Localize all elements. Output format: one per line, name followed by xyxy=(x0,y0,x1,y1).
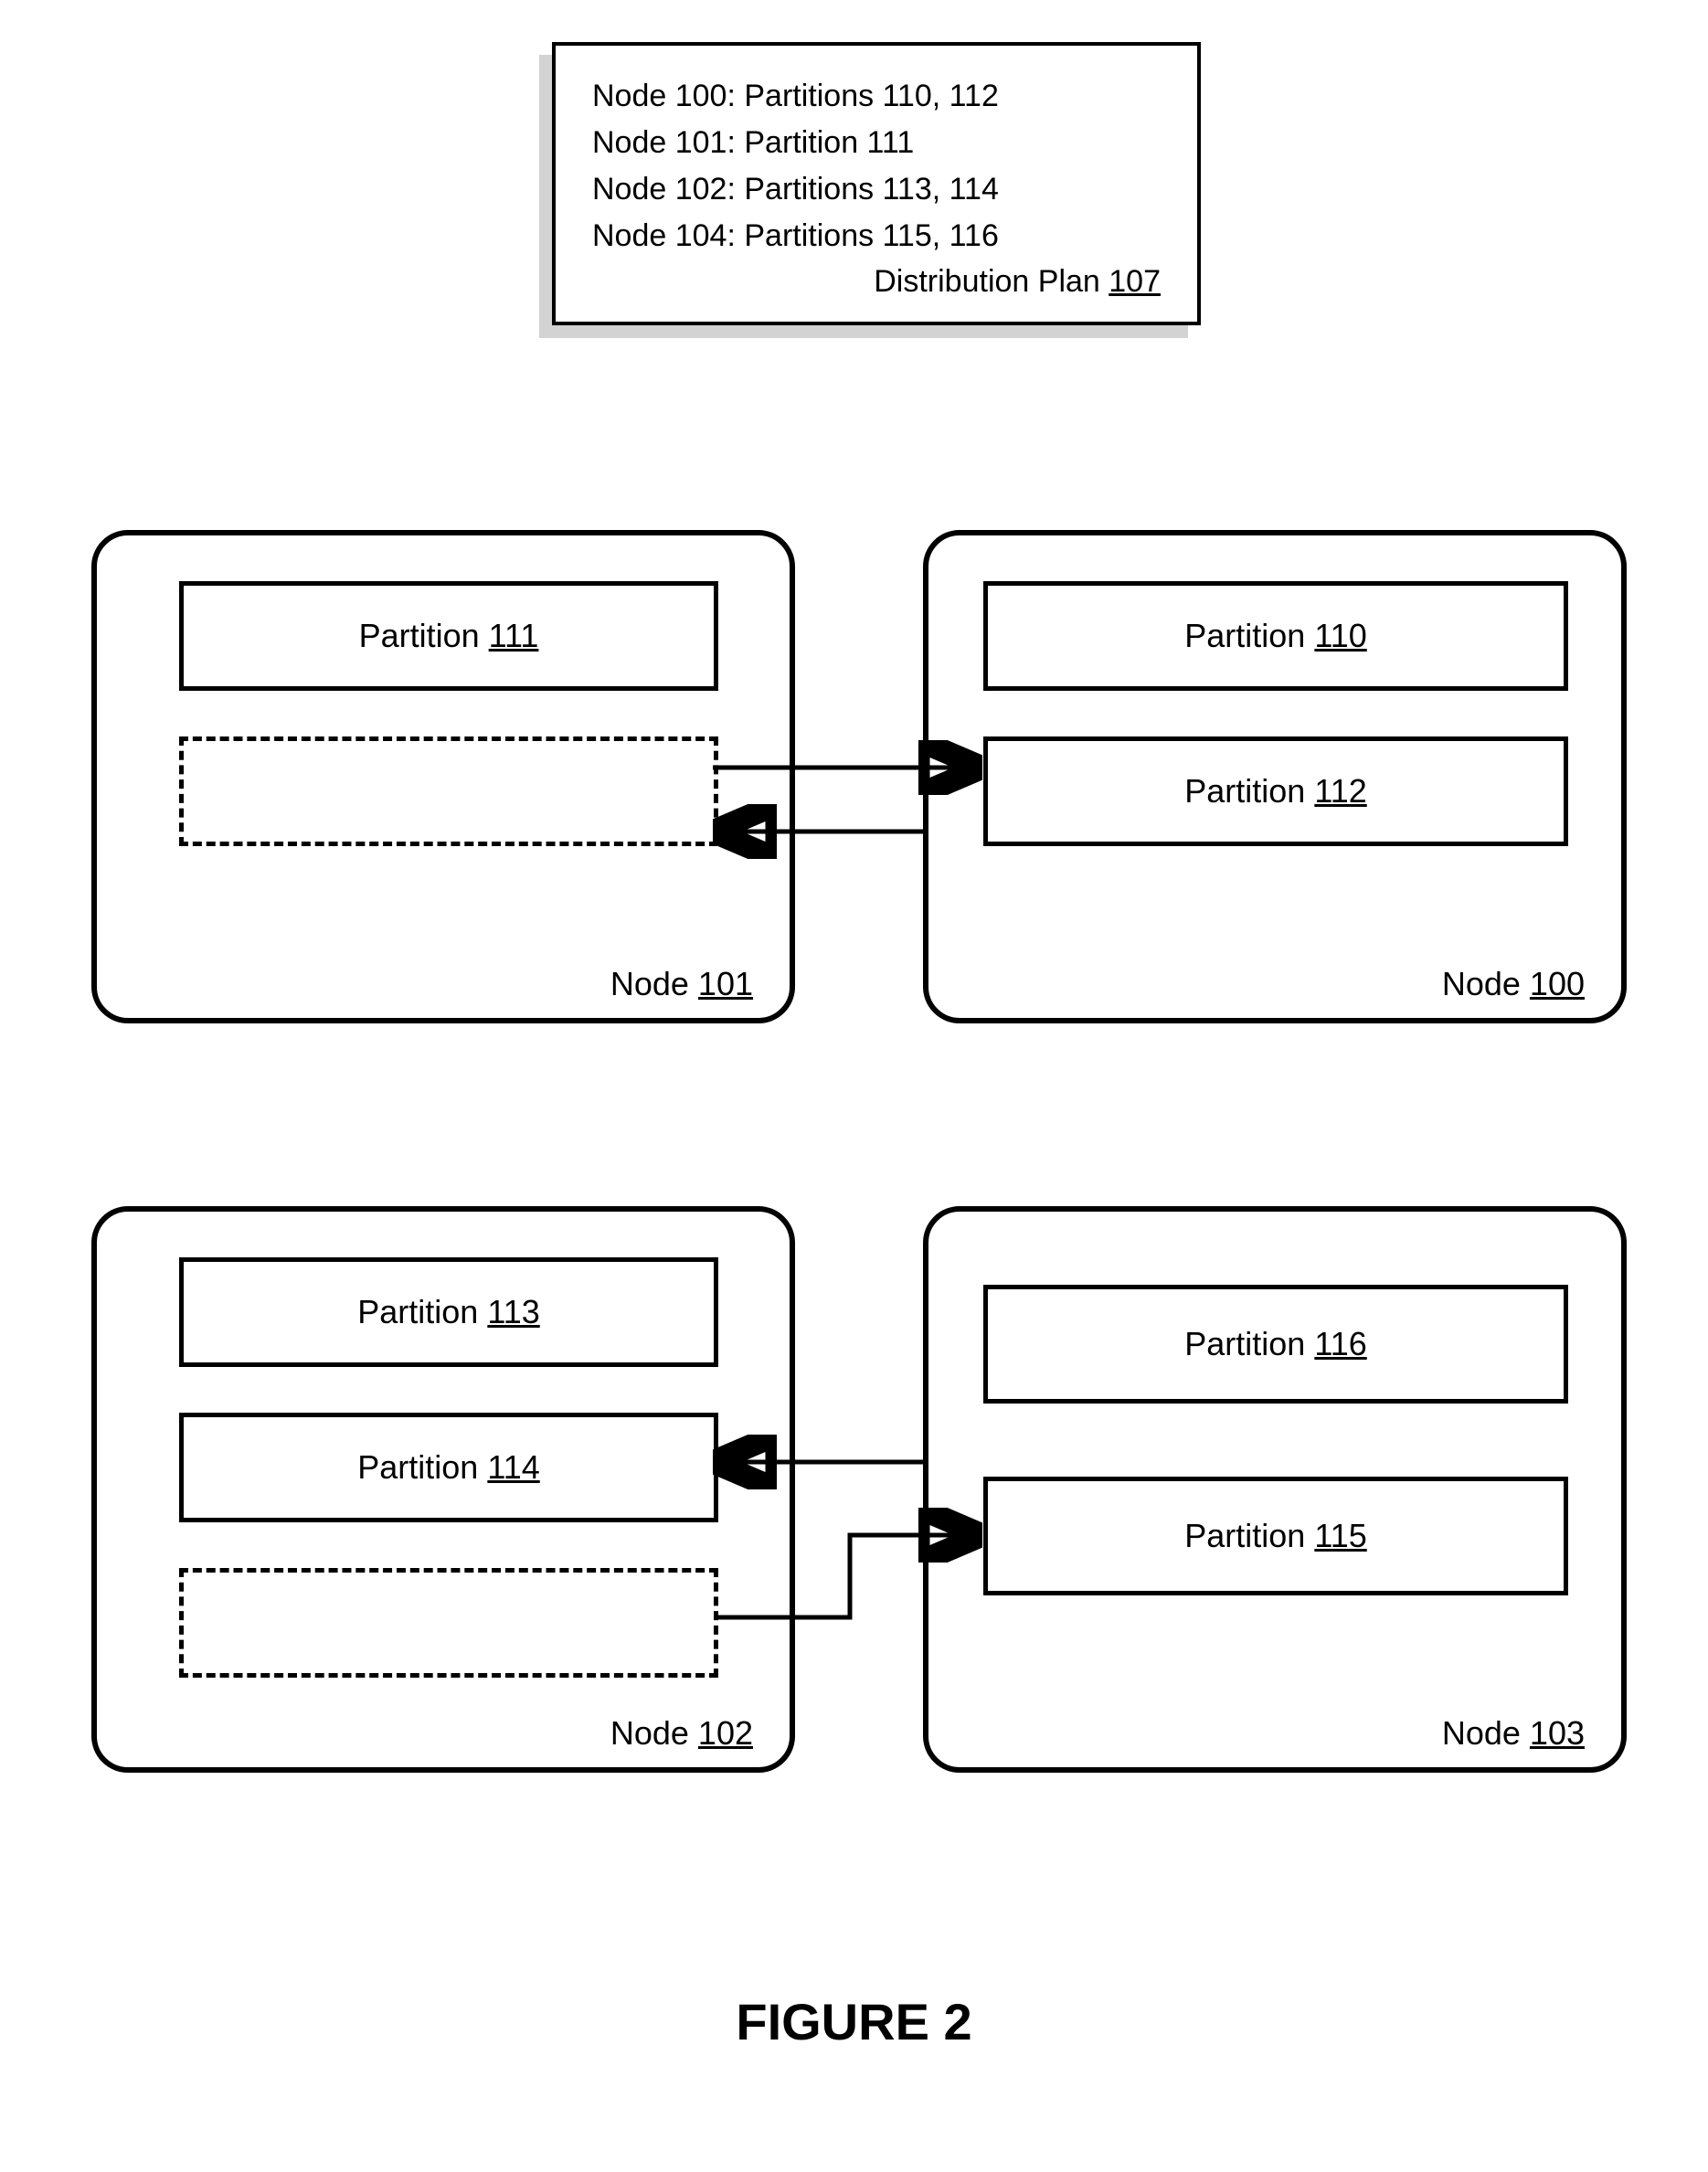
node-103-ref: 103 xyxy=(1530,1714,1585,1752)
plan-line-1: Node 101: Partition 111 xyxy=(592,120,1161,166)
plan-line-2: Node 102: Partitions 113, 114 xyxy=(592,166,1161,213)
node-101-ref: 101 xyxy=(698,965,753,1002)
figure-page: Node 100: Partitions 110, 112 Node 101: … xyxy=(0,0,1708,2172)
node-102-caption: Node 102 xyxy=(610,1714,753,1753)
plan-line-0: Node 100: Partitions 110, 112 xyxy=(592,73,1161,120)
node-101-label: Node xyxy=(610,965,689,1002)
partition-110-label: Partition xyxy=(1184,617,1305,654)
plan-line-2-partitions: Partitions 113, 114 xyxy=(744,172,998,207)
partition-110: Partition 110 xyxy=(983,581,1568,691)
partition-115: Partition 115 xyxy=(983,1477,1568,1595)
partition-111-label: Partition xyxy=(359,617,480,654)
plan-line-0-node: Node 100 xyxy=(592,79,727,113)
node-100-caption: Node 100 xyxy=(1442,965,1585,1003)
node-101-caption: Node 101 xyxy=(610,965,753,1003)
node-103-label: Node xyxy=(1442,1714,1521,1752)
node-100-label: Node xyxy=(1442,965,1521,1002)
node-101: Partition 111 Node 101 xyxy=(91,530,795,1023)
node-102-ref: 102 xyxy=(698,1714,753,1752)
partition-114-ref: 114 xyxy=(487,1448,539,1486)
partition-111-ref: 111 xyxy=(489,617,539,654)
partition-113: Partition 113 xyxy=(179,1257,718,1367)
partition-115-ref: 115 xyxy=(1314,1517,1366,1554)
node-102-ghost-slot xyxy=(179,1568,718,1678)
partition-116-label: Partition xyxy=(1184,1325,1305,1362)
plan-caption-ref: 107 xyxy=(1109,264,1161,299)
node-102: Partition 113 Partition 114 Node 102 xyxy=(91,1206,795,1773)
plan-line-1-partitions: Partition 111 xyxy=(744,125,914,160)
plan-line-3-partitions: Partitions 115, 116 xyxy=(744,218,998,253)
plan-line-3-node: Node 104 xyxy=(592,218,727,253)
partition-113-ref: 113 xyxy=(487,1293,539,1330)
plan-caption: Distribution Plan 107 xyxy=(874,264,1161,300)
partition-116: Partition 116 xyxy=(983,1285,1568,1404)
partition-110-ref: 110 xyxy=(1314,617,1366,654)
partition-114-label: Partition xyxy=(357,1448,478,1486)
plan-line-3: Node 104: Partitions 115, 116 xyxy=(592,213,1161,260)
partition-116-ref: 116 xyxy=(1314,1325,1366,1362)
node-103: Partition 116 Partition 115 Node 103 xyxy=(923,1206,1627,1773)
partition-112-label: Partition xyxy=(1184,772,1305,810)
node-102-label: Node xyxy=(610,1714,689,1752)
partition-112: Partition 112 xyxy=(983,736,1568,846)
partition-113-label: Partition xyxy=(357,1293,478,1330)
plan-content: Node 100: Partitions 110, 112 Node 101: … xyxy=(552,42,1201,325)
partition-115-label: Partition xyxy=(1184,1517,1305,1554)
plan-line-1-node: Node 101 xyxy=(592,125,727,160)
node-100-ref: 100 xyxy=(1530,965,1585,1002)
distribution-plan-box: Node 100: Partitions 110, 112 Node 101: … xyxy=(539,55,1188,338)
partition-114: Partition 114 xyxy=(179,1413,718,1522)
partition-112-ref: 112 xyxy=(1314,772,1366,810)
node-101-ghost-slot xyxy=(179,736,718,846)
plan-line-2-node: Node 102 xyxy=(592,172,727,207)
partition-111: Partition 111 xyxy=(179,581,718,691)
node-100: Partition 110 Partition 112 Node 100 xyxy=(923,530,1627,1023)
plan-line-0-partitions: Partitions 110, 112 xyxy=(744,79,998,113)
plan-caption-label: Distribution Plan xyxy=(874,264,1100,299)
figure-caption: FIGURE 2 xyxy=(0,1992,1708,2051)
node-103-caption: Node 103 xyxy=(1442,1714,1585,1753)
